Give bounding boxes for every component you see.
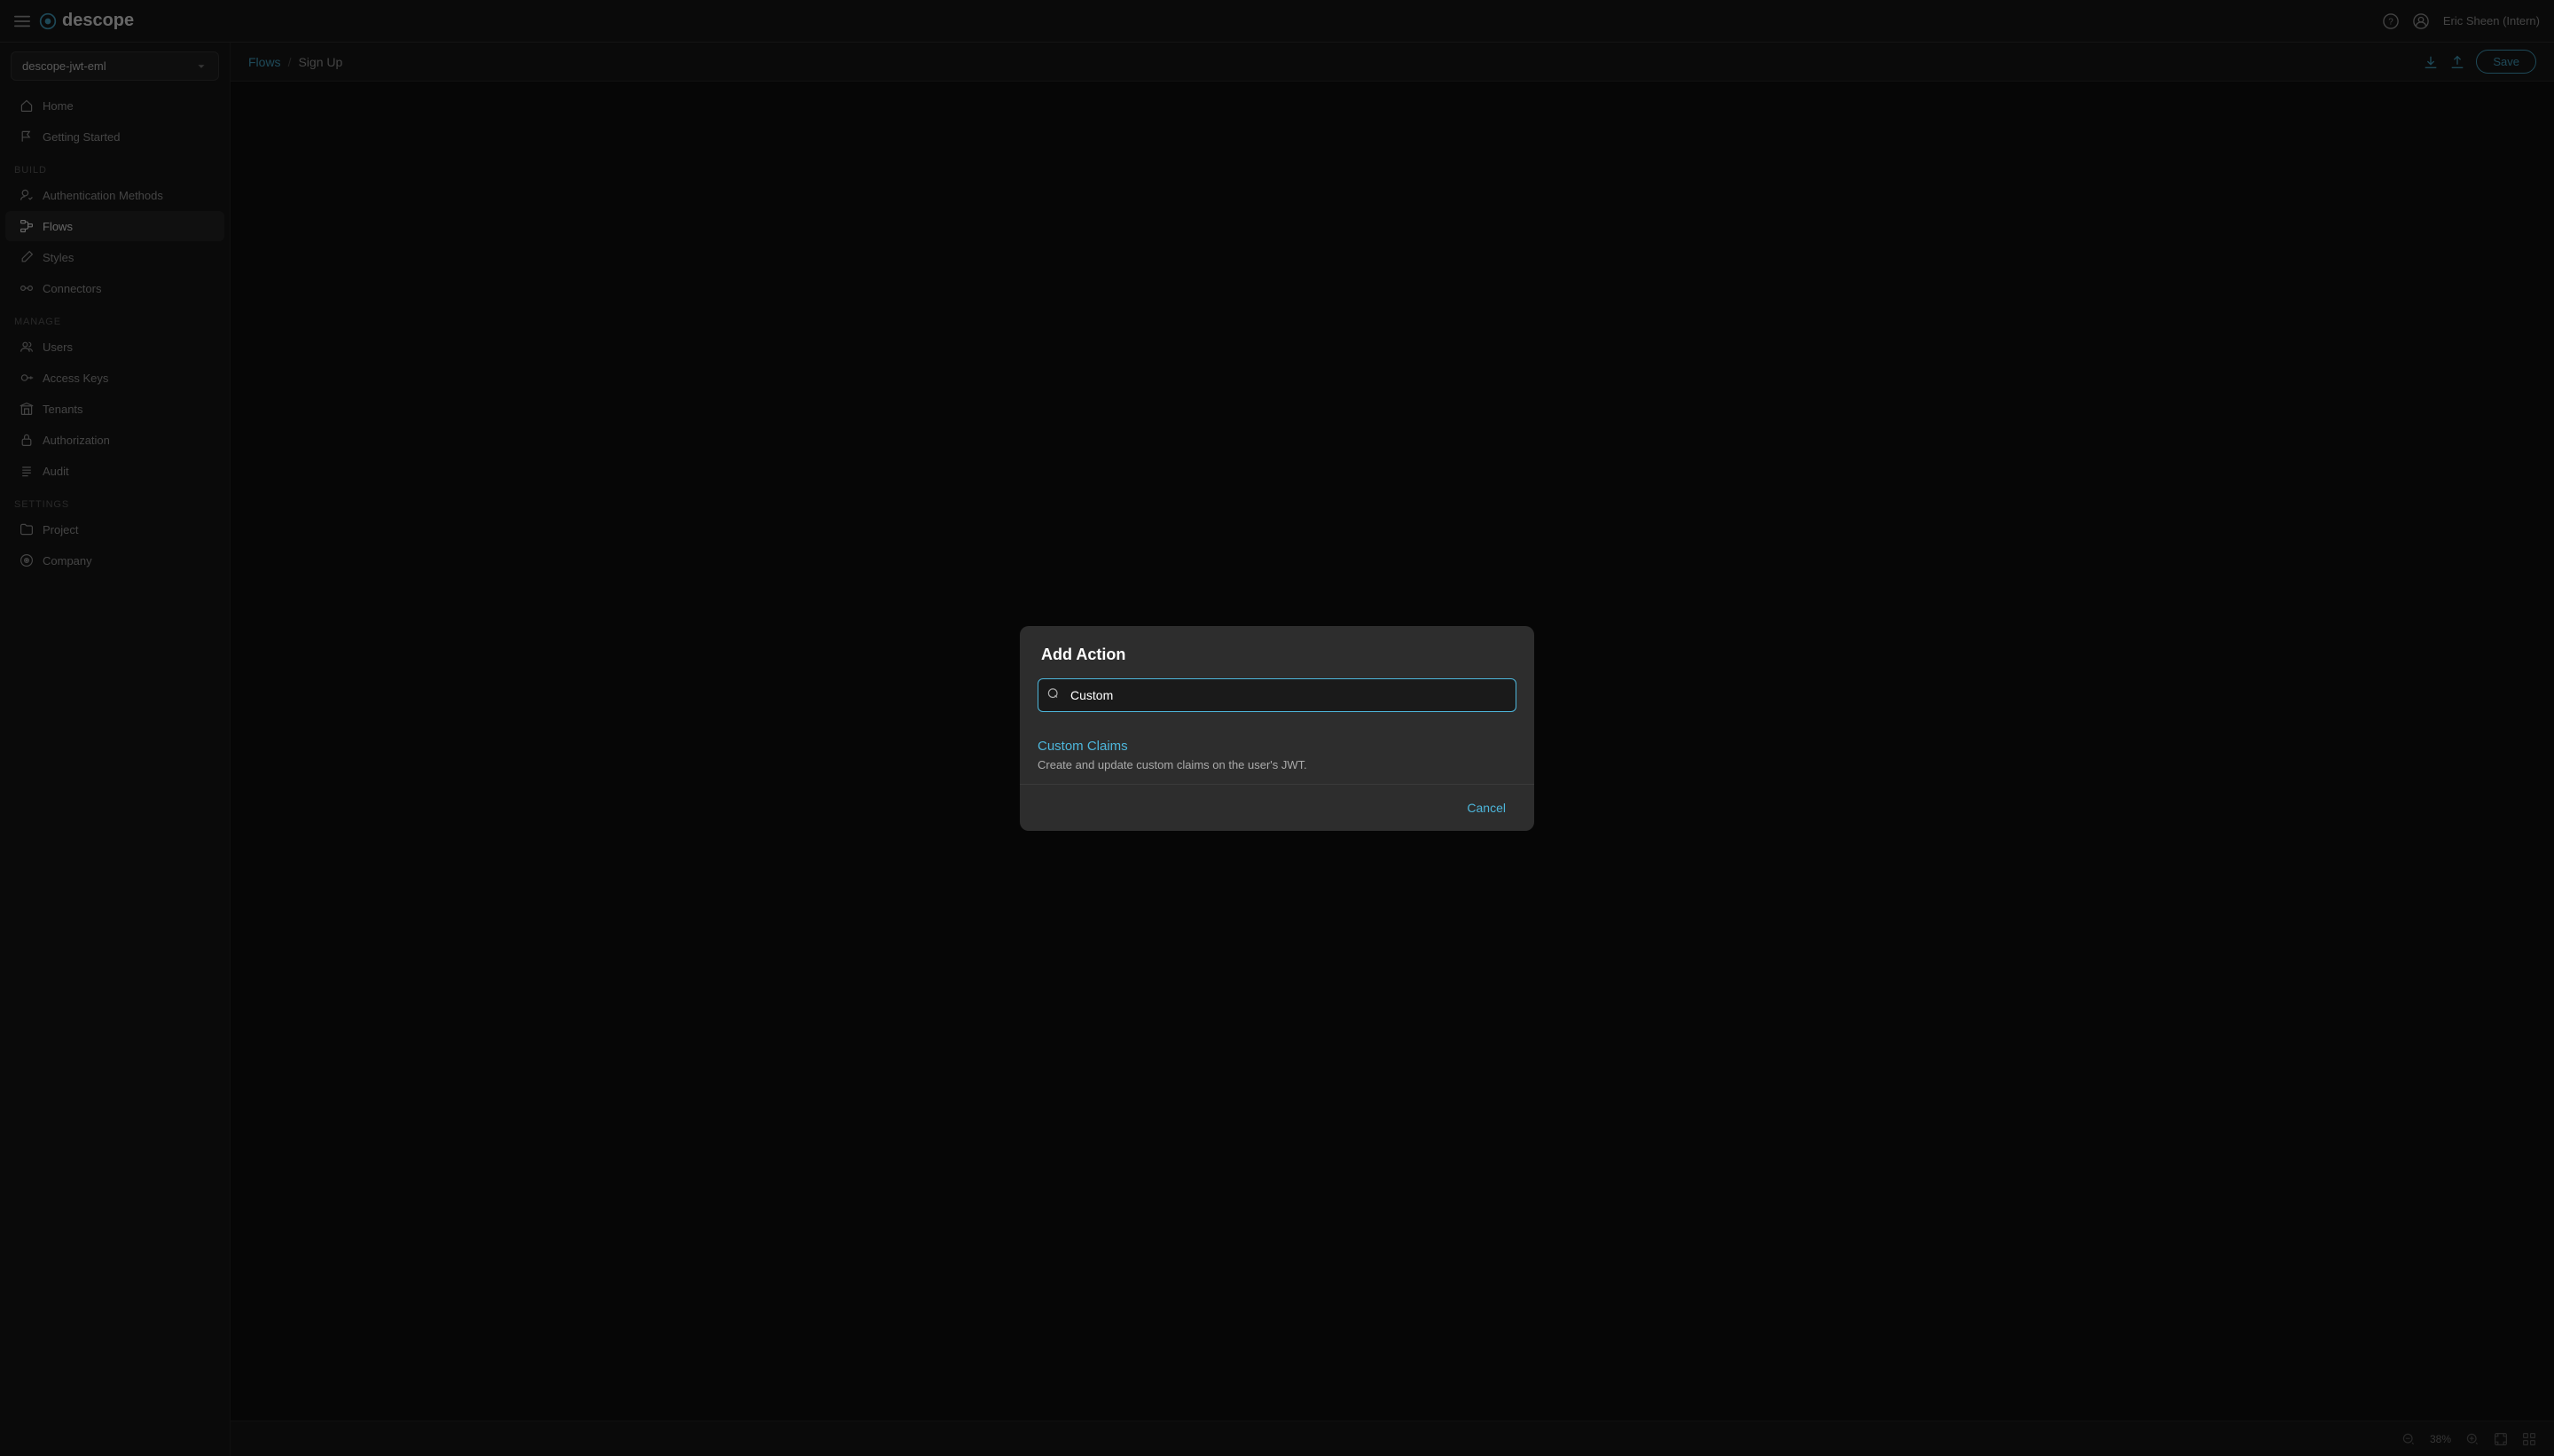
search-icon: [1046, 686, 1061, 703]
custom-claims-title: Custom Claims: [1038, 739, 1516, 754]
cancel-button[interactable]: Cancel: [1460, 797, 1513, 818]
result-custom-claims[interactable]: Custom Claims Create and update custom c…: [1038, 726, 1516, 784]
modal-footer: Cancel: [1020, 784, 1534, 831]
modal-search-wrap: [1020, 678, 1534, 726]
modal-header: Add Action: [1020, 626, 1534, 678]
custom-claims-desc: Create and update custom claims on the u…: [1038, 758, 1516, 771]
search-field-wrap: [1038, 678, 1516, 712]
modal-results: Custom Claims Create and update custom c…: [1020, 726, 1534, 784]
add-action-modal: Add Action Custom Claims Create and upda…: [1020, 626, 1534, 831]
action-search-input[interactable]: [1038, 678, 1516, 712]
modal-title: Add Action: [1041, 646, 1513, 664]
modal-overlay: Add Action Custom Claims Create and upda…: [0, 0, 2554, 1456]
